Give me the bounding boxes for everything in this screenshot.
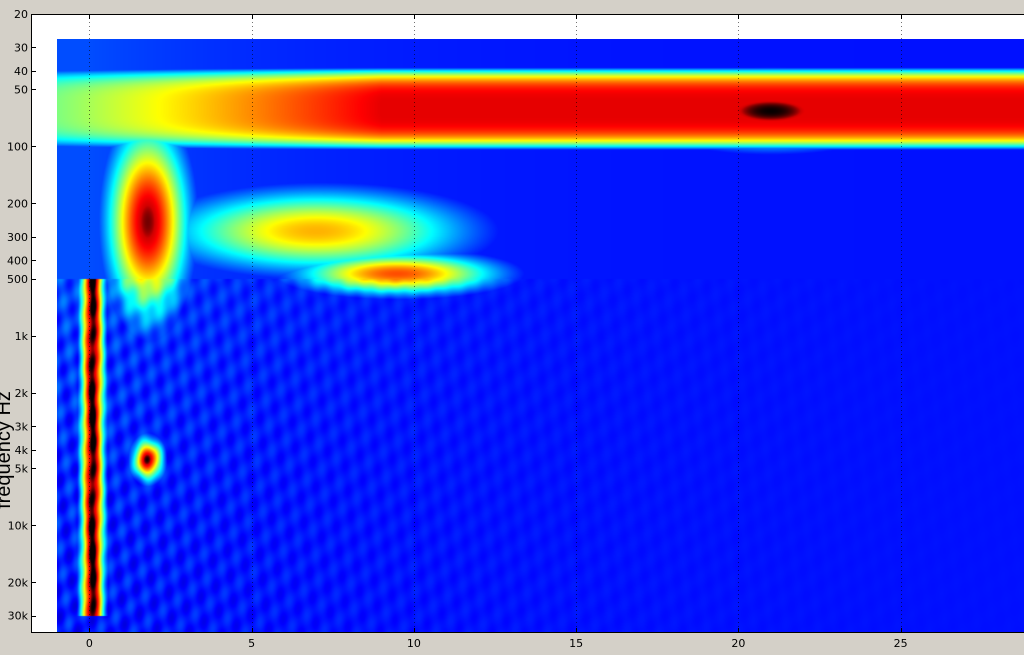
y-tick-label: 30 [14,41,28,54]
y-tick-label: 200 [7,197,28,210]
x-tick-label: 25 [894,637,908,650]
y-axis-label: frequency Hz [0,391,15,509]
x-tick-label: 5 [248,637,255,650]
y-tick-label: 20k [8,576,29,589]
spectrogram-plot: 0 5 10 15 20 25 20 30 40 50 100 200 300 400 500 1k 2k 3k… [0,8,1024,650]
y-tick-label: 300 [7,231,28,244]
y-tick-label: 400 [7,254,28,267]
y-tick-label: 50 [14,83,28,96]
y-tick-label: 100 [7,140,28,153]
y-tick-label: 4k [15,444,29,457]
y-tick-label: 30k [8,610,29,623]
x-tick-label: 20 [731,637,745,650]
x-tick-label: 0 [86,637,93,650]
y-tick-label: 5k [15,462,29,475]
y-tick-label: 20 [14,8,28,21]
heatmap-image [57,39,1024,633]
x-tick-label: 15 [569,637,583,650]
y-tick-label: 40 [14,65,28,78]
figure-window: 0 5 10 15 20 25 20 30 40 50 100 200 300 400 500 1k 2k 3k… [0,0,1024,655]
y-tick-label: 2k [15,387,29,400]
x-tick-label: 10 [407,637,421,650]
y-tick-label: 10k [8,519,29,532]
y-tick-label: 3k [15,420,29,433]
y-tick-label: 500 [7,273,28,286]
y-tick-label: 1k [15,330,29,343]
